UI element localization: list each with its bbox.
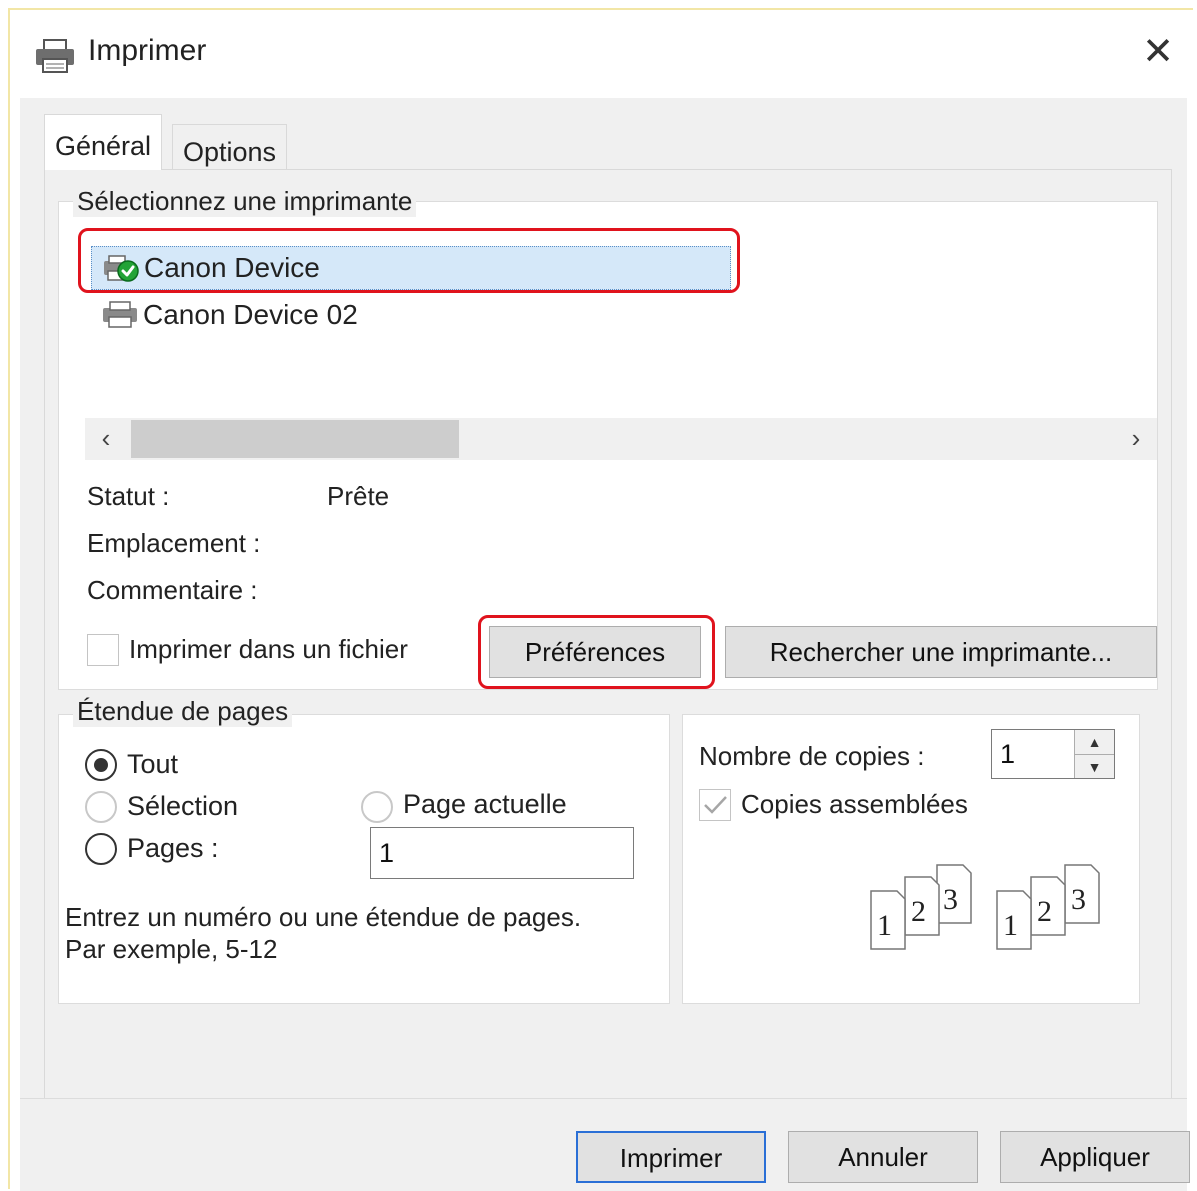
- dialog-footer: Imprimer Annuler Appliquer: [20, 1099, 1190, 1191]
- status-label: Statut :: [87, 481, 170, 511]
- collate-label: Copies assemblées: [741, 789, 968, 819]
- tab-options[interactable]: Options: [172, 124, 288, 170]
- print-dialog: Imprimer ✕ Général Options Canon Device: [8, 8, 1193, 1191]
- close-button[interactable]: ✕: [1133, 28, 1183, 78]
- pages-label: Pages :: [127, 833, 219, 863]
- page-range-group-label: Étendue de pages: [73, 696, 293, 727]
- window-title: Imprimer: [88, 34, 207, 67]
- printer-item-canon-device-02[interactable]: Canon Device 02: [91, 294, 731, 338]
- apply-button[interactable]: Appliquer: [1000, 1131, 1190, 1183]
- collate-illustration-icon: 3 2 1 3 2 1: [870, 864, 1100, 950]
- page-range-hint-line1: Entrez un numéro ou une étendue de pages…: [65, 902, 582, 932]
- horizontal-scrollbar[interactable]: ‹ ›: [85, 418, 1157, 460]
- printer-group-label: Sélectionnez une imprimante: [73, 186, 417, 217]
- title-bar: Imprimer ✕: [10, 10, 1193, 98]
- all-label: Tout: [127, 749, 179, 779]
- scroll-right-icon[interactable]: ›: [1115, 418, 1157, 460]
- selection-label: Sélection: [127, 791, 239, 821]
- copies-label: Nombre de copies :: [699, 741, 925, 771]
- svg-text:3: 3: [1071, 883, 1086, 916]
- cancel-button[interactable]: Annuler: [788, 1131, 978, 1183]
- radio-pages[interactable]: [85, 833, 117, 865]
- svg-text:1: 1: [877, 909, 892, 942]
- checkmark-icon: [704, 796, 727, 814]
- comment-label: Commentaire :: [87, 575, 258, 605]
- spin-up-icon[interactable]: ▲: [1074, 730, 1114, 754]
- tab-general[interactable]: Général: [44, 114, 163, 170]
- default-printer-icon: [104, 255, 139, 282]
- status-value: Prête: [327, 481, 390, 511]
- printer-icon: [36, 39, 74, 73]
- print-to-file-label: Imprimer dans un fichier: [129, 634, 408, 664]
- page-range-group: Tout Sélection Page actuelle Pages : Ent…: [58, 714, 670, 1004]
- find-printer-button[interactable]: Rechercher une imprimante...: [725, 626, 1157, 678]
- current-page-label: Page actuelle: [403, 789, 567, 819]
- svg-text:2: 2: [1037, 895, 1052, 928]
- svg-text:3: 3: [943, 883, 958, 916]
- radio-current-page[interactable]: [361, 791, 393, 823]
- copies-group: Nombre de copies : ▲ ▼ Copies assemblées…: [682, 714, 1140, 1004]
- pages-input[interactable]: [370, 827, 634, 879]
- location-label: Emplacement :: [87, 528, 261, 558]
- svg-text:2: 2: [911, 895, 926, 928]
- print-to-file-checkbox[interactable]: [87, 634, 119, 666]
- spin-down-icon[interactable]: ▼: [1074, 754, 1114, 778]
- preferences-button[interactable]: Préférences: [489, 626, 701, 678]
- printer-icon: [103, 301, 137, 328]
- general-tab-panel: Canon Device Canon Device 02 ‹ › Statut …: [44, 169, 1172, 1099]
- collate-checkbox[interactable]: [699, 789, 731, 821]
- printer-item-canon-device[interactable]: Canon Device: [91, 246, 731, 290]
- close-icon: ✕: [1142, 31, 1174, 73]
- svg-text:1: 1: [1003, 909, 1018, 942]
- scroll-left-icon[interactable]: ‹: [85, 418, 127, 460]
- page-range-hint-line2: Par exemple, 5-12: [65, 934, 278, 964]
- printer-name: Canon Device 02: [143, 299, 358, 330]
- print-button[interactable]: Imprimer: [576, 1131, 766, 1183]
- printer-selection-group: Canon Device Canon Device 02 ‹ › Statut …: [58, 201, 1158, 690]
- dialog-body: Général Options Canon Device Canon Devic…: [20, 98, 1187, 1100]
- printer-name: Canon Device: [144, 252, 320, 283]
- scrollbar-thumb[interactable]: [131, 420, 459, 458]
- radio-selection[interactable]: [85, 791, 117, 823]
- radio-all[interactable]: [85, 749, 117, 781]
